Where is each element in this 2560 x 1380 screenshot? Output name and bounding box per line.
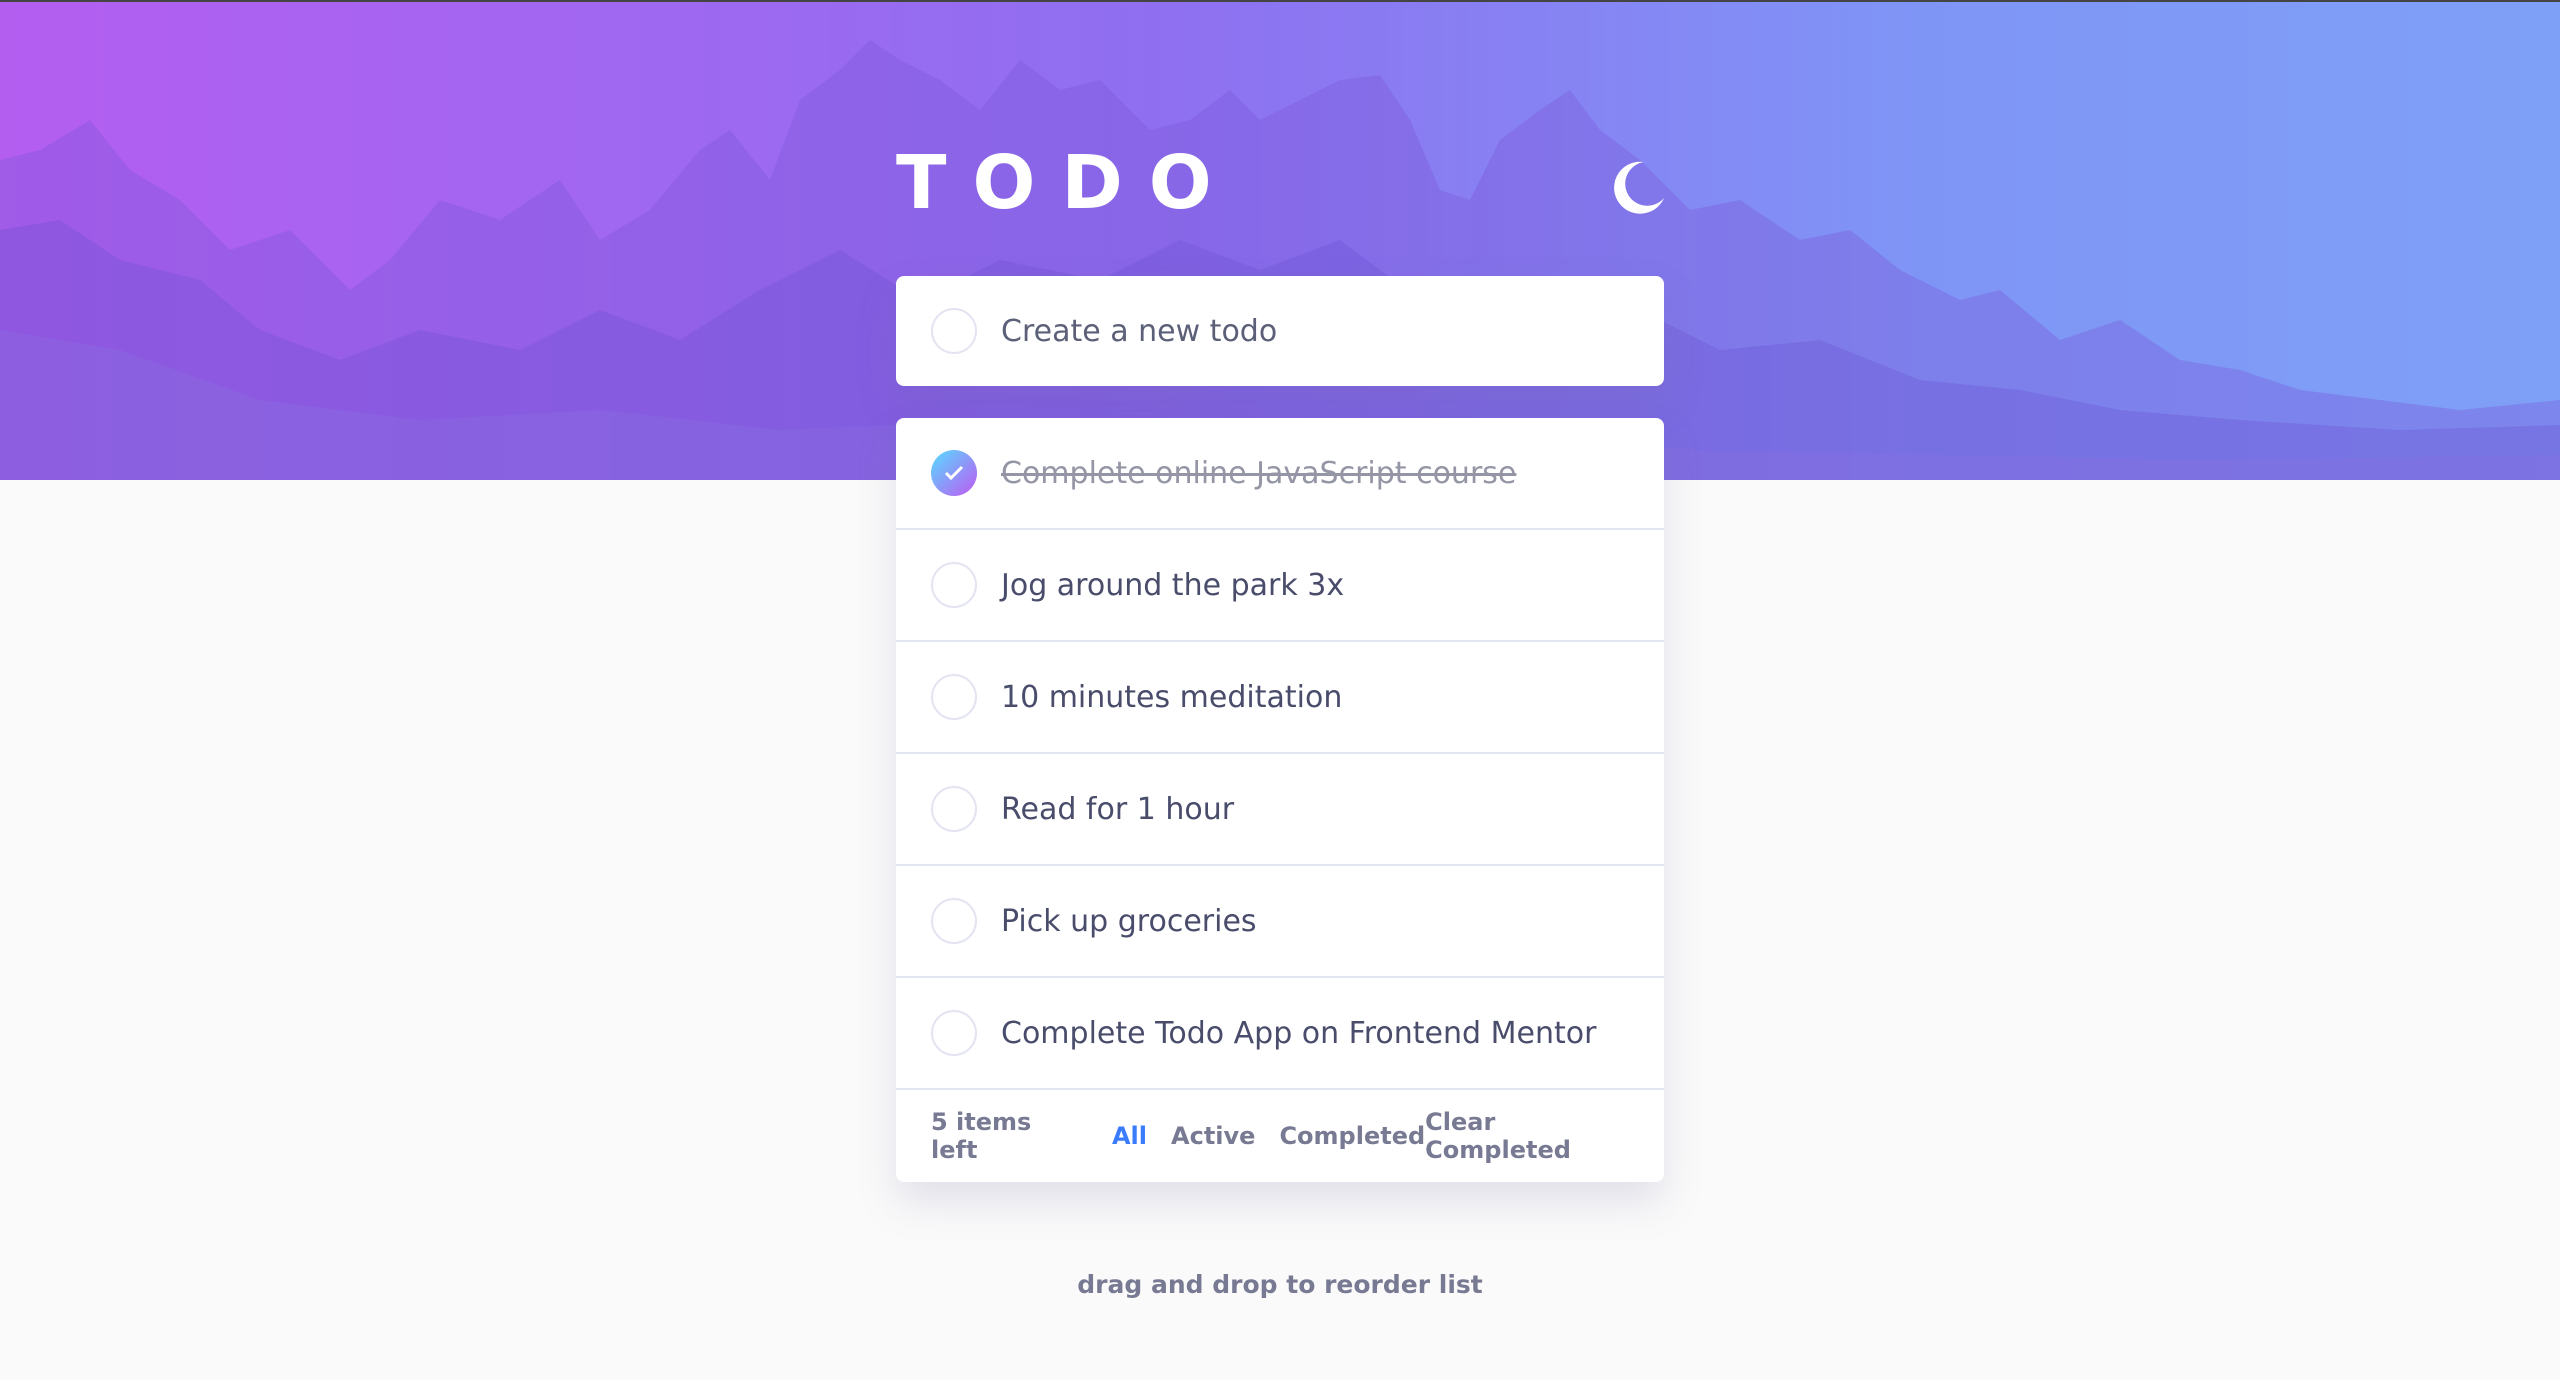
todo-checkbox[interactable] — [931, 674, 977, 720]
theme-toggle-button[interactable] — [1608, 158, 1668, 218]
todo-item[interactable]: Jog around the park 3x — [896, 530, 1664, 642]
todo-item[interactable]: Read for 1 hour — [896, 754, 1664, 866]
todo-item[interactable]: 10 minutes meditation — [896, 642, 1664, 754]
todo-text: Jog around the park 3x — [1001, 567, 1345, 603]
todo-text: Pick up groceries — [1001, 903, 1257, 939]
items-left-count: 5 items left — [931, 1108, 1032, 1164]
checkmark-icon — [944, 465, 964, 481]
todo-checkbox[interactable] — [931, 786, 977, 832]
todo-checkbox[interactable] — [931, 1010, 977, 1056]
reorder-hint: drag and drop to reorder list — [1077, 1270, 1483, 1299]
todo-checkbox[interactable] — [931, 450, 977, 496]
filter-all[interactable]: All — [1112, 1122, 1147, 1150]
todo-item[interactable]: Complete Todo App on Frontend Mentor — [896, 978, 1664, 1090]
new-todo-circle — [931, 308, 977, 354]
new-todo-card — [896, 276, 1664, 386]
todo-item[interactable]: Complete online JavaScript course — [896, 418, 1664, 530]
window-top-border — [0, 0, 2560, 2]
moon-icon — [1614, 161, 1664, 214]
todo-text: Complete Todo App on Frontend Mentor — [1001, 1015, 1597, 1051]
new-todo-input[interactable] — [1001, 301, 1641, 361]
todo-list: Complete online JavaScript course Jog ar… — [896, 418, 1664, 1182]
filter-completed[interactable]: Completed — [1279, 1122, 1425, 1150]
todo-text: Complete online JavaScript course — [1001, 455, 1517, 491]
filter-group: All Active Completed — [1112, 1122, 1425, 1150]
todo-text: 10 minutes meditation — [1001, 679, 1343, 715]
mountains-image — [0, 40, 2560, 480]
clear-completed-button[interactable]: Clear Completed — [1425, 1108, 1629, 1164]
header-background — [0, 0, 2560, 480]
list-footer: 5 items left All Active Completed Clear … — [896, 1090, 1664, 1182]
todo-text: Read for 1 hour — [1001, 791, 1235, 827]
todo-checkbox[interactable] — [931, 562, 977, 608]
todo-item[interactable]: Pick up groceries — [896, 866, 1664, 978]
filter-active[interactable]: Active — [1171, 1122, 1255, 1150]
app-title: TODO — [896, 140, 1238, 226]
todo-checkbox[interactable] — [931, 898, 977, 944]
